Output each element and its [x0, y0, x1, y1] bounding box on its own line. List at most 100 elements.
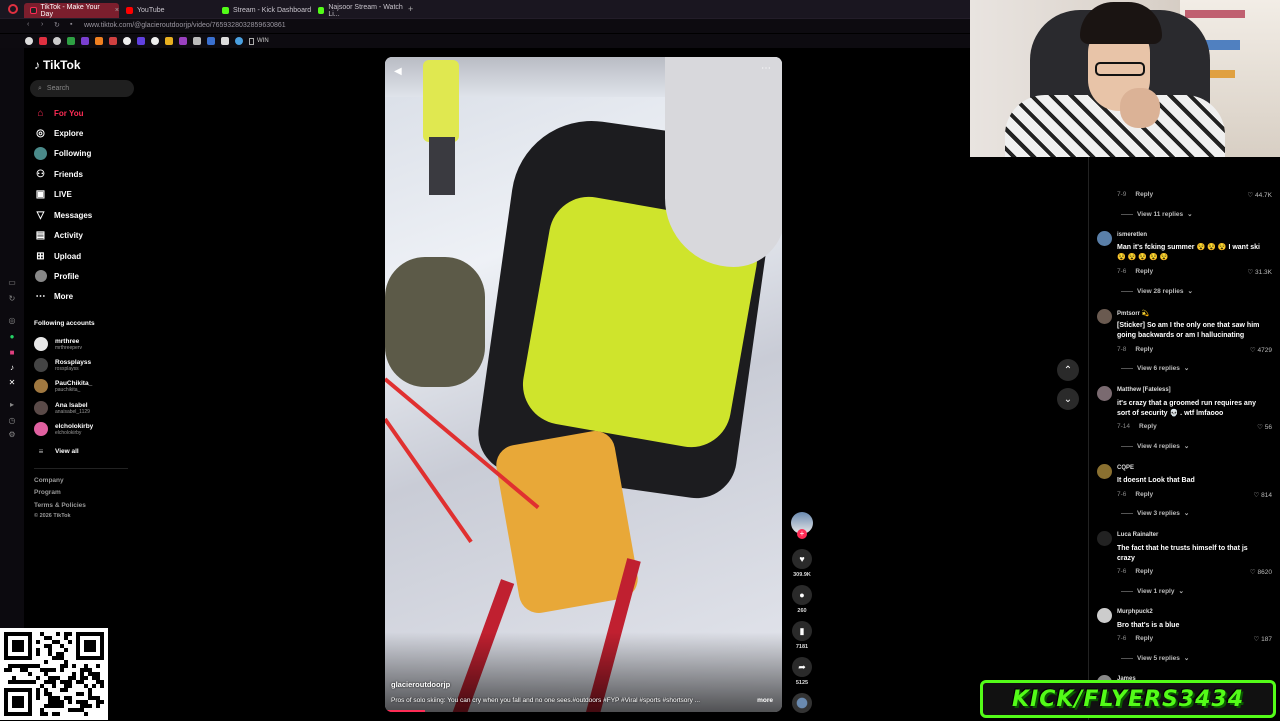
avatar[interactable] — [1097, 386, 1112, 401]
nav-for-you[interactable]: ⌂ For You — [34, 106, 83, 120]
tab-kick-dashboard[interactable]: Stream - Kick Dashboard — [216, 3, 312, 18]
history-dock-icon[interactable]: ↻ — [7, 294, 17, 304]
bookmark-icon[interactable] — [137, 37, 145, 45]
comment-like-button[interactable]: ♡ 187 — [1254, 635, 1273, 643]
view-replies-button[interactable]: View 5 replies ⌄ — [1121, 654, 1189, 663]
bookmark-icon[interactable] — [67, 37, 75, 45]
instagram-icon[interactable]: ■ — [7, 348, 17, 358]
nav-messages[interactable]: ▽ Messages — [34, 208, 93, 222]
clock-dock-icon[interactable]: ◷ — [7, 416, 17, 426]
follow-plus-icon[interactable]: + — [797, 529, 807, 539]
view-replies-button[interactable]: View 1 reply ⌄ — [1121, 587, 1184, 596]
caption-more-button[interactable]: more — [757, 697, 773, 704]
nav-live[interactable]: ▣ LIVE — [34, 187, 72, 201]
avatar[interactable] — [1097, 608, 1112, 623]
comment-username[interactable]: Murphpuck2 — [1117, 609, 1153, 615]
bookmark-icon[interactable] — [179, 37, 187, 45]
previous-video-button[interactable]: ⌃ — [1057, 359, 1079, 381]
following-account-item[interactable]: PauChikita_ pauchikita_ — [34, 377, 92, 395]
nav-profile[interactable]: Profile — [34, 269, 79, 283]
reply-button[interactable]: Reply — [1139, 423, 1157, 430]
nav-following[interactable]: Following — [34, 146, 91, 160]
bookmark-icon[interactable] — [151, 37, 159, 45]
back-icon[interactable]: ‹ — [27, 21, 29, 28]
avatar[interactable] — [1097, 531, 1112, 546]
reply-button[interactable]: Reply — [1135, 635, 1153, 642]
like-button[interactable]: ♥ 309.9K — [790, 549, 814, 578]
author-avatar-button[interactable]: + — [790, 512, 814, 539]
close-tab-icon[interactable]: × — [115, 7, 119, 14]
comment-like-button[interactable]: ♡ 31.3K — [1247, 268, 1272, 276]
comment-username[interactable]: Pmtsorr 💫 — [1117, 310, 1149, 317]
messages-dock-icon[interactable]: ▭ — [7, 278, 17, 288]
comment-username[interactable]: Luca Rainalter — [1117, 532, 1158, 538]
nav-explore[interactable]: ◎ Explore — [34, 126, 83, 140]
view-all-link[interactable]: ≡ View all — [34, 442, 79, 460]
view-replies-button[interactable]: View 11 replies ⌄ — [1121, 210, 1193, 219]
tiktok-dock-icon[interactable]: ♪ — [7, 363, 17, 373]
comment-button[interactable]: ● 260 — [790, 585, 814, 614]
reply-button[interactable]: Reply — [1135, 268, 1153, 275]
comment-username[interactable]: CQPE — [1117, 465, 1134, 471]
settings-dock-icon[interactable]: ⚙ — [7, 430, 17, 440]
bookmark-icon[interactable] — [39, 37, 47, 45]
next-video-button[interactable]: ⌄ — [1057, 388, 1079, 410]
avatar[interactable] — [1097, 464, 1112, 479]
comment-like-button[interactable]: ♡ 56 — [1257, 423, 1272, 431]
footer-company-link[interactable]: Company — [34, 477, 64, 484]
save-button[interactable]: ▮ 7181 — [790, 621, 814, 650]
bookmark-icon[interactable] — [165, 37, 173, 45]
reload-icon[interactable]: ↻ — [54, 21, 60, 29]
bookmark-icon[interactable] — [221, 37, 229, 45]
bookmark-icon[interactable] — [193, 37, 201, 45]
bookmark-win[interactable]: WIN — [249, 37, 269, 45]
footer-terms-link[interactable]: Terms & Policies — [34, 502, 86, 509]
new-tab-button[interactable]: + — [408, 4, 413, 14]
comment-username[interactable]: ismeretlen — [1117, 232, 1147, 238]
sound-disc-button[interactable] — [790, 693, 814, 713]
view-replies-button[interactable]: View 28 replies ⌄ — [1121, 287, 1193, 296]
bookmark-icon[interactable] — [53, 37, 61, 45]
nav-friends[interactable]: ⚇ Friends — [34, 167, 83, 181]
following-account-item[interactable]: Rossplayss rossplayss — [34, 356, 91, 374]
more-options-icon[interactable]: ⋯ — [761, 63, 771, 74]
nav-activity[interactable]: ▤ Activity — [34, 228, 83, 242]
video-author[interactable]: glacieroutdoorjp — [391, 680, 450, 689]
following-account-item[interactable]: mrthree mrthreeperv — [34, 335, 82, 353]
opera-menu-icon[interactable] — [8, 4, 18, 14]
volume-icon[interactable]: ◀ — [394, 66, 402, 77]
reply-button[interactable]: Reply — [1135, 346, 1153, 353]
view-replies-button[interactable]: View 3 replies ⌄ — [1121, 509, 1189, 518]
bookmark-icon[interactable] — [81, 37, 89, 45]
comment-like-button[interactable]: ♡ 814 — [1254, 491, 1273, 499]
globe-icon[interactable] — [235, 37, 243, 45]
nav-more[interactable]: ⋯ More — [34, 289, 74, 303]
avatar[interactable] — [1097, 231, 1112, 246]
forward-icon[interactable]: › — [41, 21, 43, 28]
ai-dock-icon[interactable]: ◎ — [7, 316, 17, 326]
tab-kick-stream[interactable]: Najsoor Stream - Watch Li... — [312, 3, 408, 18]
bookmark-icon[interactable] — [95, 37, 103, 45]
comment-like-button[interactable]: ♡ 4729 — [1250, 346, 1272, 354]
bookmark-icon[interactable] — [207, 37, 215, 45]
comment-like-button[interactable]: ♡ 8620 — [1250, 568, 1272, 576]
view-replies-button[interactable]: View 4 replies ⌄ — [1121, 442, 1189, 451]
tab-tiktok[interactable]: TikTok - Make Your Day × — [24, 3, 119, 18]
tab-youtube[interactable]: YouTube — [120, 3, 216, 18]
bookmark-icon[interactable] — [109, 37, 117, 45]
video-progress-bar[interactable] — [385, 710, 425, 712]
share-button[interactable]: ➦ 5125 — [790, 657, 814, 686]
comment-username[interactable]: Matthew [Fateless] — [1117, 387, 1171, 393]
search-input[interactable]: ⌕ Search — [30, 80, 134, 97]
video-player[interactable]: ◀ ⋯ glacieroutdoorjp Pros of solo skiing… — [385, 57, 782, 712]
player-dock-icon[interactable]: ▸ — [7, 400, 17, 410]
comment-like-button[interactable]: ♡ 44.7K — [1247, 191, 1272, 199]
tiktok-logo[interactable]: ♪ TikTok — [34, 58, 81, 72]
following-account-item[interactable]: Ana Isabel anaisabel_1129 — [34, 399, 90, 417]
following-account-item[interactable]: elcholokirby elcholokirby — [34, 420, 93, 438]
view-replies-button[interactable]: View 6 replies ⌄ — [1121, 364, 1189, 373]
avatar[interactable] — [1097, 309, 1112, 324]
address-bar[interactable]: www.tiktok.com/@glacieroutdoorjp/video/7… — [84, 22, 286, 29]
github-icon[interactable] — [123, 37, 131, 45]
reply-button[interactable]: Reply — [1135, 491, 1153, 498]
